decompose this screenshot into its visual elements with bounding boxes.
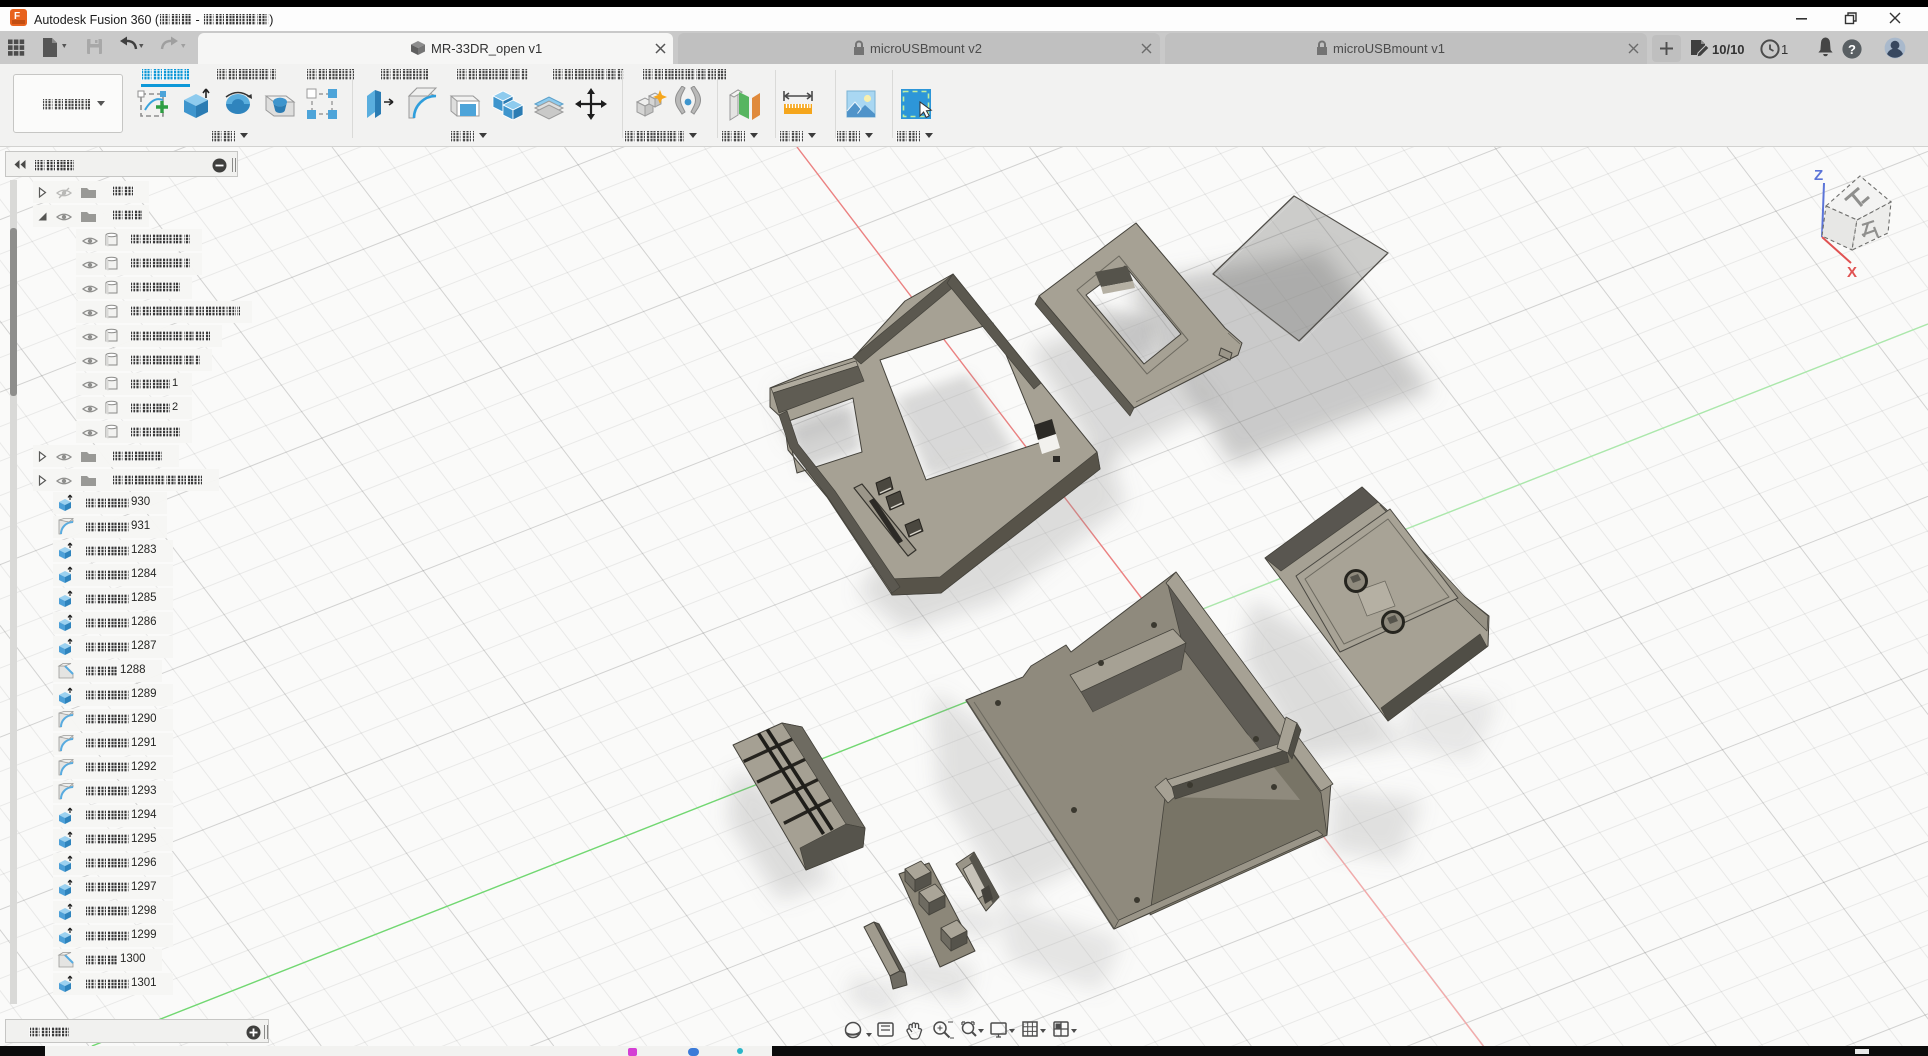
svg-text:X: X [1847, 264, 1857, 281]
svg-text:1: 1 [1781, 42, 1788, 57]
svg-text:Z: Z [1814, 167, 1823, 184]
svg-text:10/10: 10/10 [1712, 42, 1745, 57]
svg-text:?: ? [1848, 42, 1856, 57]
